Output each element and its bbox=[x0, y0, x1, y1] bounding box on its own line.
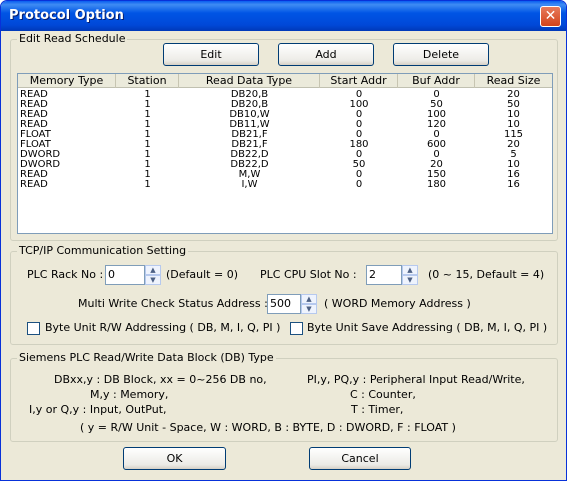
info-peripheral: PI,y, PQ,y : Peripheral Input Read/Write… bbox=[307, 373, 525, 386]
column-read-size[interactable]: Read Size bbox=[475, 74, 552, 88]
protocol-option-dialog: Protocol Option ✕ Edit Read Schedule Edi… bbox=[0, 0, 567, 481]
table-cell: 16 bbox=[507, 179, 520, 190]
plc-rack-spinner[interactable]: ▲ ▼ bbox=[145, 265, 161, 285]
info-memory: M,y : Memory, bbox=[90, 388, 169, 401]
table-cell: 1 bbox=[144, 179, 151, 190]
plc-rack-input[interactable]: 0 bbox=[105, 265, 145, 285]
info-counter: C : Counter, bbox=[350, 388, 416, 401]
table-cell: I,W bbox=[241, 179, 258, 190]
column-buf-addr[interactable]: Buf Addr bbox=[398, 74, 475, 88]
edit-read-schedule-label: Edit Read Schedule bbox=[17, 32, 128, 45]
multi-write-input[interactable]: 500 bbox=[267, 294, 301, 314]
multi-write-spinner[interactable]: ▲ ▼ bbox=[301, 294, 317, 314]
column-start-addr[interactable]: Start Addr bbox=[320, 74, 398, 88]
spin-up-icon[interactable]: ▲ bbox=[301, 294, 317, 304]
info-unit-legend: ( y = R/W Unit - Space, W : WORD, B : BY… bbox=[80, 421, 456, 434]
read-schedule-list[interactable]: Memory Type Station Read Data Type Start… bbox=[17, 73, 553, 234]
column-station[interactable]: Station bbox=[116, 74, 179, 88]
plc-rack-hint: (Default = 0) bbox=[166, 268, 238, 281]
tcp-ip-label: TCP/IP Communication Setting bbox=[17, 244, 189, 257]
window-title: Protocol Option bbox=[9, 8, 124, 23]
plc-cpu-slot-label: PLC CPU Slot No : bbox=[260, 268, 357, 281]
byte-rw-label[interactable]: Byte Unit R/W Addressing ( DB, M, I, Q, … bbox=[45, 321, 280, 334]
column-read-data-type[interactable]: Read Data Type bbox=[179, 74, 320, 88]
table-row[interactable]: FLOAT 1 DB21,F 180 600 20 bbox=[18, 140, 552, 150]
table-row[interactable]: READ 1 DB10,W 0 100 10 bbox=[18, 110, 552, 120]
plc-cpu-slot-hint: (0 ~ 15, Default = 4) bbox=[428, 268, 545, 281]
ok-button[interactable]: OK bbox=[123, 447, 226, 470]
info-input-output: I,y or Q,y : Input, OutPut, bbox=[29, 403, 167, 416]
spin-down-icon[interactable]: ▼ bbox=[402, 275, 418, 285]
plc-cpu-slot-spinner[interactable]: ▲ ▼ bbox=[402, 265, 418, 285]
siemens-db-type-label: Siemens PLC Read/Write Data Block (DB) T… bbox=[17, 351, 276, 364]
table-row[interactable]: DWORD 1 DB22,D 0 0 5 bbox=[18, 150, 552, 160]
spin-up-icon[interactable]: ▲ bbox=[402, 265, 418, 275]
byte-rw-checkbox[interactable] bbox=[27, 322, 40, 335]
info-timer: T : Timer, bbox=[351, 403, 404, 416]
info-dbxx: DBxx,y : DB Block, xx = 0~256 DB no, bbox=[54, 373, 267, 386]
title-bar[interactable]: Protocol Option ✕ bbox=[1, 1, 566, 31]
multi-write-hint: ( WORD Memory Address ) bbox=[324, 297, 471, 310]
byte-save-checkbox[interactable] bbox=[290, 322, 303, 335]
table-row[interactable]: READ 1 I,W 0 180 16 bbox=[18, 180, 552, 190]
spin-down-icon[interactable]: ▼ bbox=[301, 304, 317, 314]
plc-rack-label: PLC Rack No : bbox=[27, 268, 104, 281]
table-cell: 180 bbox=[426, 179, 447, 190]
table-row[interactable]: READ 1 DB20,B 0 0 20 bbox=[18, 90, 552, 100]
plc-cpu-slot-input[interactable]: 2 bbox=[366, 265, 402, 285]
table-row[interactable]: READ 1 DB20,B 100 50 50 bbox=[18, 100, 552, 110]
byte-save-label[interactable]: Byte Unit Save Addressing ( DB, M, I, Q,… bbox=[307, 321, 547, 334]
column-memory-type[interactable]: Memory Type bbox=[18, 74, 116, 88]
spin-down-icon[interactable]: ▼ bbox=[145, 275, 161, 285]
table-row[interactable]: READ 1 DB11,W 0 120 10 bbox=[18, 120, 552, 130]
multi-write-label: Multi Write Check Status Address : bbox=[78, 297, 268, 310]
close-button[interactable]: ✕ bbox=[540, 6, 561, 27]
close-icon: ✕ bbox=[544, 8, 557, 24]
list-header: Memory Type Station Read Data Type Start… bbox=[18, 74, 552, 88]
table-row[interactable]: FLOAT 1 DB21,F 0 0 115 bbox=[18, 130, 552, 140]
table-row[interactable]: DWORD 1 DB22,D 50 20 10 bbox=[18, 160, 552, 170]
cancel-button[interactable]: Cancel bbox=[309, 447, 411, 470]
edit-button[interactable]: Edit bbox=[163, 43, 259, 66]
table-row[interactable]: READ 1 M,W 0 150 16 bbox=[18, 170, 552, 180]
table-cell: READ bbox=[20, 179, 48, 190]
table-cell: 0 bbox=[355, 179, 363, 190]
spin-up-icon[interactable]: ▲ bbox=[145, 265, 161, 275]
add-button[interactable]: Add bbox=[278, 43, 374, 66]
delete-button[interactable]: Delete bbox=[393, 43, 489, 66]
